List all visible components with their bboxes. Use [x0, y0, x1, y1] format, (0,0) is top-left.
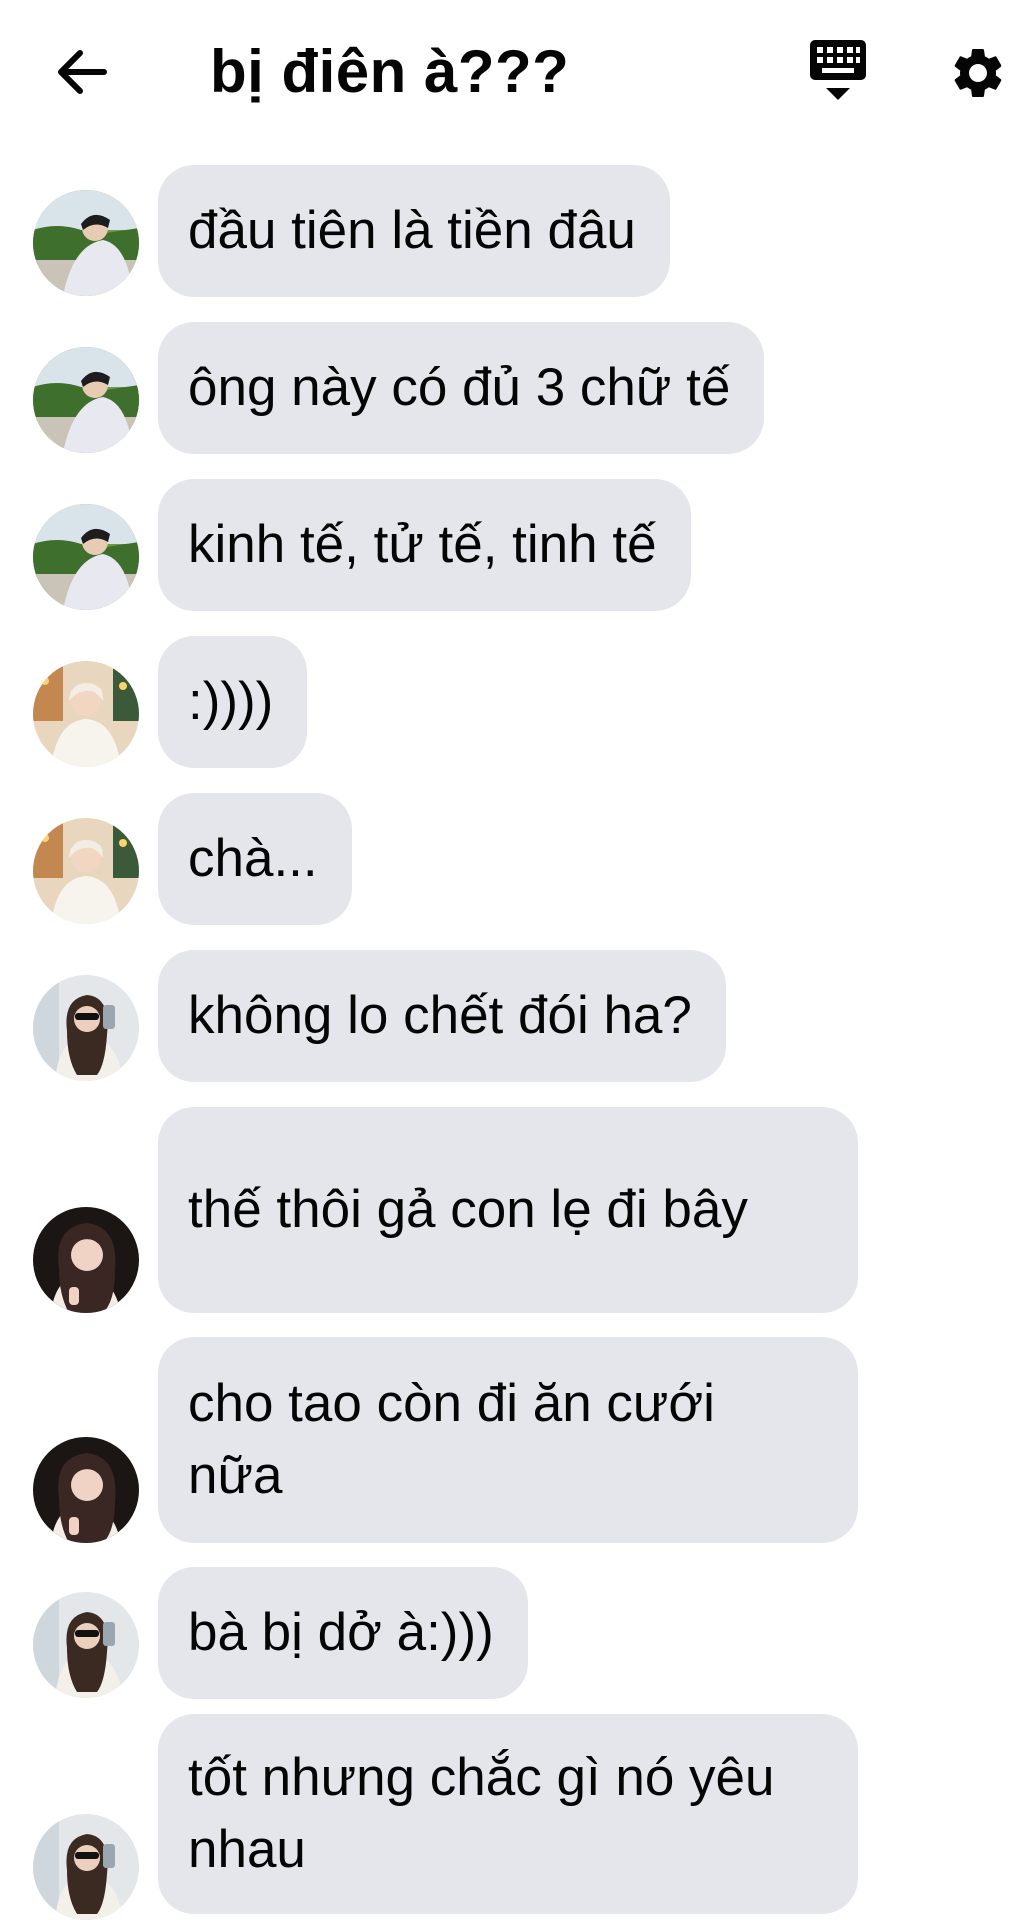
avatar[interactable] [33, 347, 139, 453]
message-text: ông này có đủ 3 chữ tế [188, 358, 731, 417]
message-bubble[interactable]: thế thôi gả con lẹ đi bây [158, 1107, 858, 1313]
message-bubble[interactable]: kinh tế, tử tế, tinh tế [158, 479, 691, 611]
chat-header: bị điên à??? [0, 0, 1035, 140]
avatar[interactable] [33, 1814, 139, 1920]
message-text: kinh tế, tử tế, tinh tế [188, 515, 657, 574]
avatar[interactable] [33, 975, 139, 1081]
message-text: :)))) [188, 672, 274, 731]
message-text: chà... [188, 829, 318, 888]
back-button[interactable] [50, 40, 114, 104]
avatar[interactable] [33, 1207, 139, 1313]
gear-icon [954, 48, 1002, 97]
conversation-title[interactable]: bị điên à??? [210, 38, 569, 106]
message-text: thế thôi gả con lẹ đi bây [188, 1180, 748, 1239]
avatar[interactable] [33, 1592, 139, 1698]
keyboard-button[interactable] [800, 38, 876, 110]
message-text: tốt nhưng chắc gì nó yêu nhau [188, 1748, 775, 1879]
message-text: bà bị dở à:))) [188, 1603, 494, 1662]
settings-button[interactable] [945, 40, 1011, 106]
message-text: không lo chết đói ha? [188, 986, 692, 1045]
keyboard-icon [810, 40, 866, 100]
avatar[interactable] [33, 504, 139, 610]
message-bubble[interactable]: ông này có đủ 3 chữ tế [158, 322, 765, 454]
message-bubble[interactable]: bà bị dở à:))) [158, 1567, 528, 1699]
message-bubble[interactable]: đầu tiên là tiền đâu [158, 165, 670, 297]
avatar[interactable] [33, 818, 139, 924]
avatar[interactable] [33, 661, 139, 767]
message-text: đầu tiên là tiền đâu [188, 201, 636, 260]
message-bubble[interactable]: không lo chết đói ha? [158, 950, 726, 1082]
avatar[interactable] [33, 190, 139, 296]
message-bubble[interactable]: cho tao còn đi ăn cưới nữa [158, 1337, 858, 1543]
message-bubble[interactable]: tốt nhưng chắc gì nó yêu nhau [158, 1714, 858, 1914]
avatar[interactable] [33, 1437, 139, 1543]
message-bubble[interactable]: :)))) [158, 636, 308, 768]
message-bubble[interactable]: chà... [158, 793, 352, 925]
arrow-left-icon [58, 50, 107, 94]
message-text: cho tao còn đi ăn cưới nữa [188, 1374, 715, 1505]
